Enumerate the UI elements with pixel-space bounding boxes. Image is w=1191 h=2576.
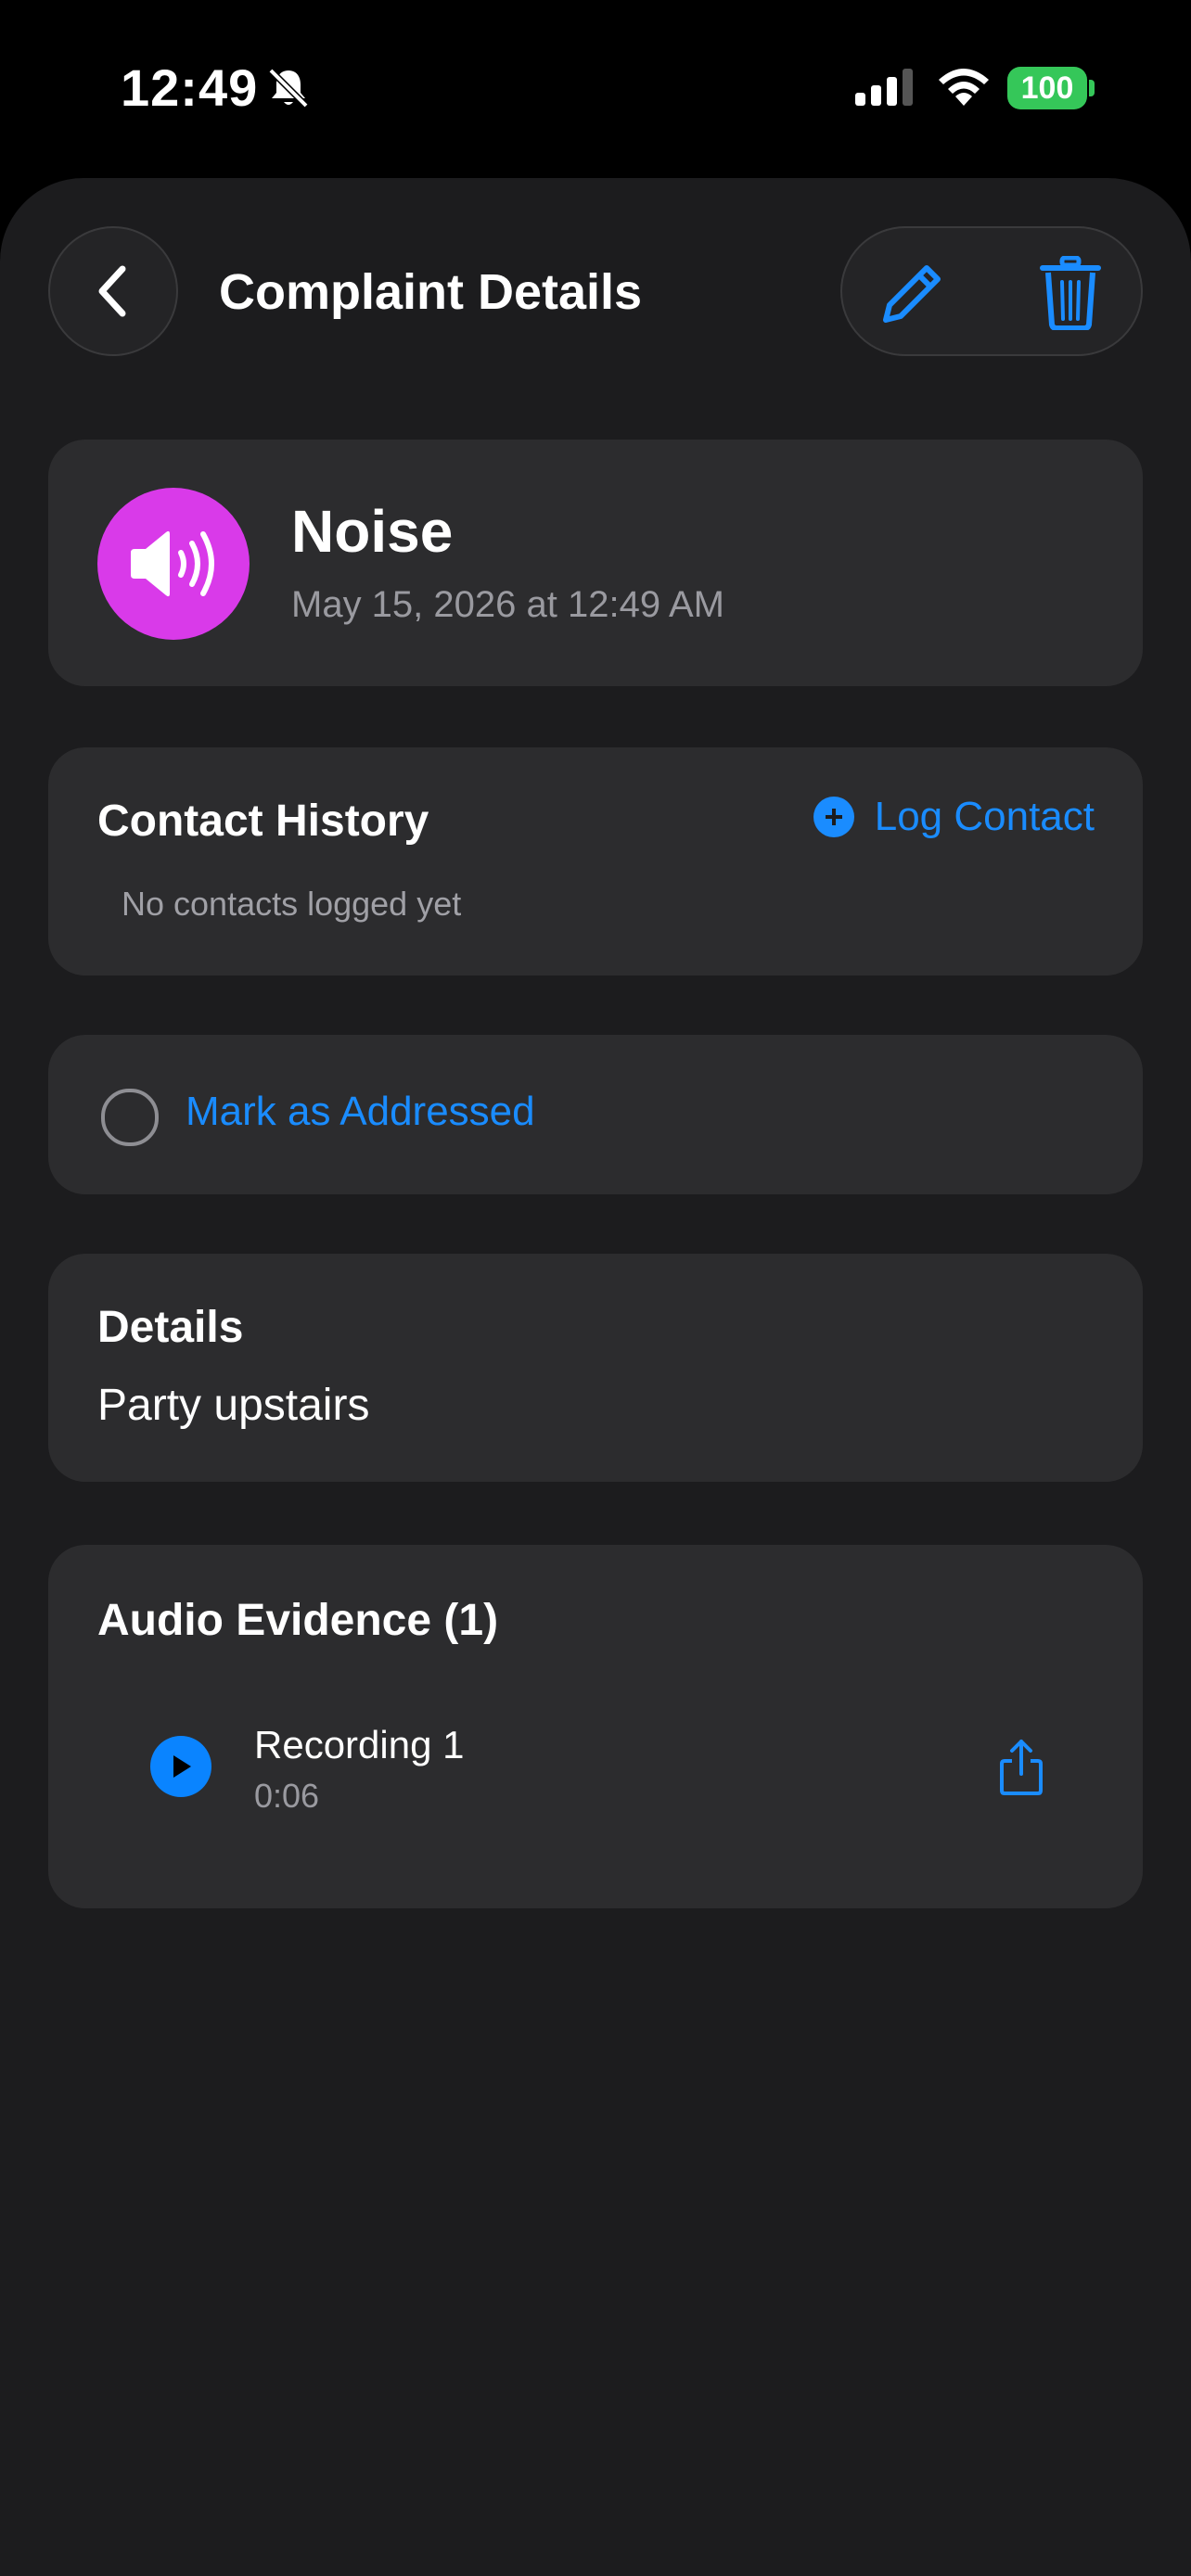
plus-circle-icon (813, 797, 854, 837)
speaker-wave-icon (131, 530, 214, 597)
back-button[interactable] (48, 226, 178, 356)
details-text: Party upstairs (97, 1381, 370, 1430)
play-icon (173, 1755, 191, 1778)
log-contact-label: Log Contact (874, 794, 1095, 839)
share-icon (1000, 1740, 1043, 1795)
complaint-details-sheet: Complaint Details Noise May 15, 2026 at … (0, 178, 1191, 2576)
delete-button[interactable] (1033, 254, 1108, 332)
bell-slash-icon (268, 68, 309, 108)
details-title: Details (97, 1303, 244, 1352)
details-card: Details Party upstairs (48, 1254, 1143, 1482)
battery-cap (1089, 80, 1095, 96)
recording-duration: 0:06 (254, 1777, 320, 1815)
audio-evidence-title: Audio Evidence (1) (97, 1596, 499, 1645)
status-time: 12:49 (121, 58, 259, 117)
complaint-type: Noise (291, 498, 454, 565)
trash-icon (1040, 256, 1101, 330)
audio-evidence-card: Audio Evidence (1) Recording 1 0:06 (48, 1545, 1143, 1908)
contact-history-card: Contact History Log Contact No contacts … (48, 747, 1143, 976)
share-button[interactable] (989, 1730, 1054, 1804)
complaint-type-badge (97, 488, 250, 640)
page-title: Complaint Details (219, 264, 643, 320)
log-contact-button[interactable]: Log Contact (813, 794, 1095, 840)
play-button[interactable] (150, 1736, 211, 1797)
cellular-signal-icon (855, 69, 913, 106)
nav-actions-group (840, 226, 1143, 356)
mark-addressed-label: Mark as Addressed (186, 1089, 535, 1134)
battery-icon: 100 (1007, 67, 1087, 109)
addressed-checkbox[interactable] (101, 1089, 159, 1146)
wifi-icon (939, 69, 989, 106)
complaint-summary-card: Noise May 15, 2026 at 12:49 AM (48, 440, 1143, 686)
chevron-left-icon (98, 265, 126, 317)
contact-history-title: Contact History (97, 797, 429, 846)
status-bar: 12:49 100 (0, 0, 1191, 176)
pencil-icon (883, 265, 941, 323)
mark-addressed-row[interactable]: Mark as Addressed (48, 1035, 1143, 1194)
complaint-date: May 15, 2026 at 12:49 AM (291, 584, 724, 625)
edit-button[interactable] (876, 256, 950, 330)
contact-empty-text: No contacts logged yet (122, 885, 462, 923)
recording-name: Recording 1 (254, 1723, 465, 1766)
